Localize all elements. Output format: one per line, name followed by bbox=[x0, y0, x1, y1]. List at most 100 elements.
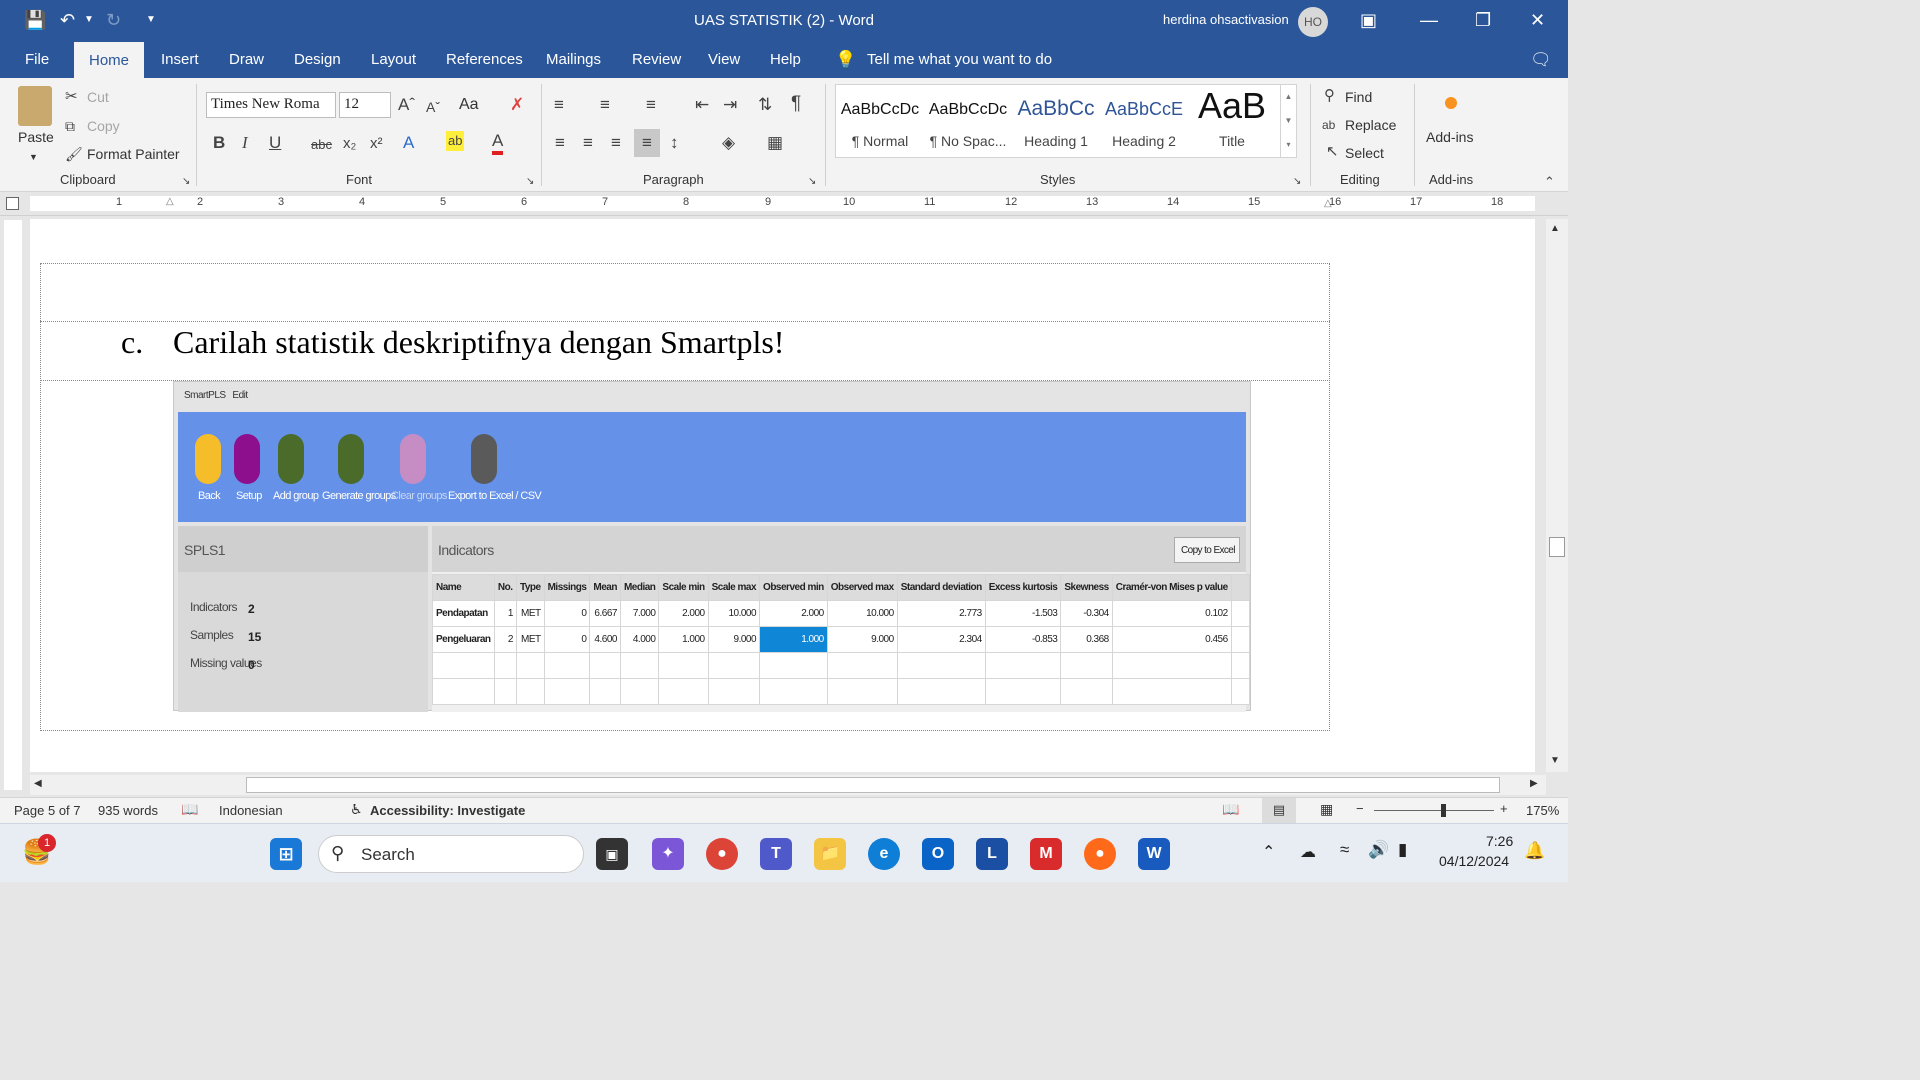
ribbon-display-icon[interactable]: ▣ bbox=[1360, 9, 1377, 31]
borders-icon[interactable]: ▦ bbox=[767, 133, 783, 153]
subscript-icon[interactable]: x₂ bbox=[343, 134, 356, 154]
paste-button[interactable]: Paste bbox=[18, 128, 54, 146]
tab-home[interactable]: Home bbox=[74, 42, 145, 78]
tab-file[interactable]: File bbox=[25, 50, 49, 70]
clear-formatting-icon[interactable]: ✗ bbox=[510, 95, 524, 115]
style-title[interactable]: AaB Title bbox=[1188, 85, 1276, 157]
firefox-icon[interactable]: ● bbox=[1084, 838, 1116, 870]
change-case-button[interactable]: Aa bbox=[459, 96, 479, 114]
lenovo-icon[interactable]: L bbox=[976, 838, 1008, 870]
find-icon[interactable]: ⚲ bbox=[1324, 86, 1335, 106]
taskbar-search[interactable]: ⚲ Search bbox=[318, 835, 584, 873]
copilot-icon[interactable]: ✦ bbox=[652, 838, 684, 870]
show-hidden-icons[interactable]: ⌃ bbox=[1262, 842, 1275, 862]
numbering-icon[interactable]: ≡ bbox=[600, 95, 610, 115]
horizontal-scrollbar[interactable]: ◀ ▶ bbox=[30, 775, 1546, 795]
align-left-icon[interactable]: ≡ bbox=[555, 133, 565, 153]
tab-design[interactable]: Design bbox=[294, 50, 341, 70]
show-formatting-icon[interactable]: ¶ bbox=[791, 94, 801, 114]
bold-icon[interactable]: B bbox=[213, 133, 225, 153]
tab-mailings[interactable]: Mailings bbox=[546, 50, 601, 70]
indent-marker-icon[interactable]: △ bbox=[166, 196, 174, 207]
proofing-icon[interactable]: 📖 bbox=[181, 801, 198, 818]
web-layout-icon[interactable]: ▦ bbox=[1320, 801, 1333, 818]
scroll-right-icon[interactable]: ▶ bbox=[1530, 778, 1538, 789]
accessibility-status[interactable]: Accessibility: Investigate bbox=[370, 803, 525, 818]
teams-icon[interactable]: T bbox=[760, 838, 792, 870]
page-count[interactable]: Page 5 of 7 bbox=[14, 803, 81, 818]
decrease-indent-icon[interactable]: ⇤ bbox=[695, 95, 709, 115]
justify-icon[interactable]: ≡ bbox=[634, 129, 660, 157]
comments-icon[interactable]: 🗨 bbox=[1530, 50, 1552, 70]
font-color-icon[interactable]: A bbox=[492, 131, 504, 155]
paste-dropdown-icon[interactable]: ▼ bbox=[29, 148, 38, 166]
copy-icon[interactable]: ⧉ bbox=[65, 116, 75, 136]
tab-insert[interactable]: Insert bbox=[161, 50, 199, 70]
word-icon[interactable]: W bbox=[1138, 838, 1170, 870]
align-center-icon[interactable]: ≡ bbox=[583, 133, 593, 153]
battery-icon[interactable]: ▮ bbox=[1398, 840, 1407, 860]
hscroll-thumb[interactable] bbox=[246, 777, 1500, 793]
file-explorer-icon[interactable]: 📁 bbox=[814, 838, 846, 870]
minimize-icon[interactable]: — bbox=[1420, 9, 1438, 31]
mcafee-icon[interactable]: M bbox=[1030, 838, 1062, 870]
zoom-out-icon[interactable]: − bbox=[1356, 801, 1364, 816]
right-indent-marker-icon[interactable]: △ bbox=[1324, 198, 1332, 209]
addins-button[interactable]: Add-ins bbox=[1426, 128, 1473, 146]
align-right-icon[interactable]: ≡ bbox=[611, 133, 621, 153]
print-layout-icon[interactable]: ▤ bbox=[1262, 798, 1296, 823]
read-mode-icon[interactable]: 📖 bbox=[1222, 801, 1239, 818]
scroll-thumb[interactable] bbox=[1549, 537, 1565, 557]
replace-icon[interactable]: ab bbox=[1322, 115, 1335, 135]
style-normal[interactable]: AaBbCcDc ¶ Normal bbox=[836, 85, 924, 157]
notifications-icon[interactable]: 🔔 bbox=[1524, 841, 1545, 861]
format-painter-button[interactable]: Format Painter bbox=[87, 145, 180, 163]
style-no-spacing[interactable]: AaBbCcDc ¶ No Spac... bbox=[924, 85, 1012, 157]
shading-icon[interactable]: ◈ bbox=[722, 133, 735, 153]
paragraph-launcher-icon[interactable]: ↘ bbox=[808, 172, 816, 192]
ruler-track[interactable]: 1 2 3 4 5 6 7 8 9 10 11 12 13 14 15 16 1… bbox=[30, 196, 1535, 211]
style-heading-2[interactable]: AaBbCcE Heading 2 bbox=[1100, 85, 1188, 157]
find-button[interactable]: Find bbox=[1345, 88, 1372, 106]
word-count[interactable]: 935 words bbox=[98, 803, 158, 818]
chrome-icon[interactable]: ● bbox=[706, 838, 738, 870]
cut-icon[interactable]: ✂ bbox=[65, 87, 78, 107]
grow-font-icon[interactable]: Aˆ bbox=[398, 95, 415, 115]
addins-icon[interactable] bbox=[1445, 97, 1457, 109]
onedrive-icon[interactable]: ☁ bbox=[1300, 842, 1316, 862]
zoom-thumb[interactable] bbox=[1441, 804, 1446, 817]
document-page[interactable]: c. Carilah statistik deskriptifnya denga… bbox=[30, 219, 1535, 772]
wifi-icon[interactable]: ≈ bbox=[1340, 840, 1349, 860]
edge-icon[interactable]: e bbox=[868, 838, 900, 870]
avatar[interactable]: HO bbox=[1298, 7, 1328, 37]
close-icon[interactable]: ✕ bbox=[1530, 9, 1545, 31]
start-icon[interactable]: ⊞ bbox=[270, 838, 302, 870]
strikethrough-icon[interactable]: abc bbox=[311, 135, 332, 155]
highlight-icon[interactable]: ab bbox=[446, 131, 465, 151]
zoom-level[interactable]: 175% bbox=[1526, 803, 1559, 818]
text-effects-icon[interactable]: A bbox=[403, 133, 414, 153]
clipboard-launcher-icon[interactable]: ↘ bbox=[182, 172, 190, 192]
styles-launcher-icon[interactable]: ↘ bbox=[1293, 172, 1301, 192]
format-painter-icon[interactable]: 🖌 bbox=[65, 144, 83, 164]
font-size-box[interactable]: 12 bbox=[339, 92, 391, 118]
task-view-icon[interactable]: ▣ bbox=[596, 838, 628, 870]
tab-draw[interactable]: Draw bbox=[229, 50, 264, 70]
volume-icon[interactable]: 🔊 bbox=[1368, 840, 1389, 860]
clock-time[interactable]: 7:26 bbox=[1486, 833, 1513, 849]
bullets-icon[interactable]: ≡ bbox=[554, 95, 564, 115]
font-launcher-icon[interactable]: ↘ bbox=[526, 172, 534, 192]
scroll-up-icon[interactable]: ▲ bbox=[1550, 223, 1560, 234]
collapse-ribbon-icon[interactable]: ⌃ bbox=[1544, 172, 1555, 192]
style-heading-1[interactable]: AaBbCc Heading 1 bbox=[1012, 85, 1100, 157]
clock-date[interactable]: 04/12/2024 bbox=[1439, 853, 1509, 869]
tab-references[interactable]: References bbox=[446, 50, 523, 70]
zoom-in-icon[interactable]: + bbox=[1500, 801, 1508, 816]
replace-button[interactable]: Replace bbox=[1345, 116, 1396, 134]
tab-selector-icon[interactable] bbox=[6, 197, 19, 210]
shrink-font-icon[interactable]: Aˇ bbox=[426, 97, 440, 117]
tell-me-search[interactable]: Tell me what you want to do bbox=[867, 50, 1052, 70]
copy-button[interactable]: Copy bbox=[87, 117, 120, 135]
superscript-icon[interactable]: x² bbox=[370, 134, 383, 154]
paste-icon[interactable] bbox=[18, 86, 52, 126]
